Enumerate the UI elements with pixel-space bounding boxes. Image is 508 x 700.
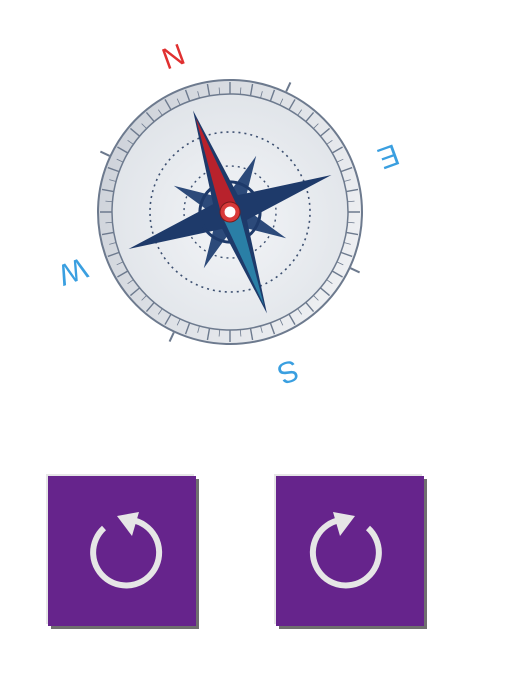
direction-north-label: N <box>157 40 189 75</box>
outer-tick <box>350 267 361 274</box>
rotate-counterclockwise-icon <box>90 512 163 589</box>
outer-tick <box>168 332 175 343</box>
rotate-left-button[interactable] <box>48 476 196 626</box>
rotate-right-button[interactable] <box>276 476 424 626</box>
compass: N S E W <box>60 40 420 390</box>
direction-west-label: W <box>60 251 92 292</box>
direction-south-label: S <box>273 352 303 390</box>
outer-tick <box>285 81 292 92</box>
compass-graphic: N S E W <box>60 40 403 390</box>
rotate-clockwise-icon <box>309 512 382 589</box>
direction-east-label: E <box>373 137 403 175</box>
outer-tick <box>99 150 110 157</box>
